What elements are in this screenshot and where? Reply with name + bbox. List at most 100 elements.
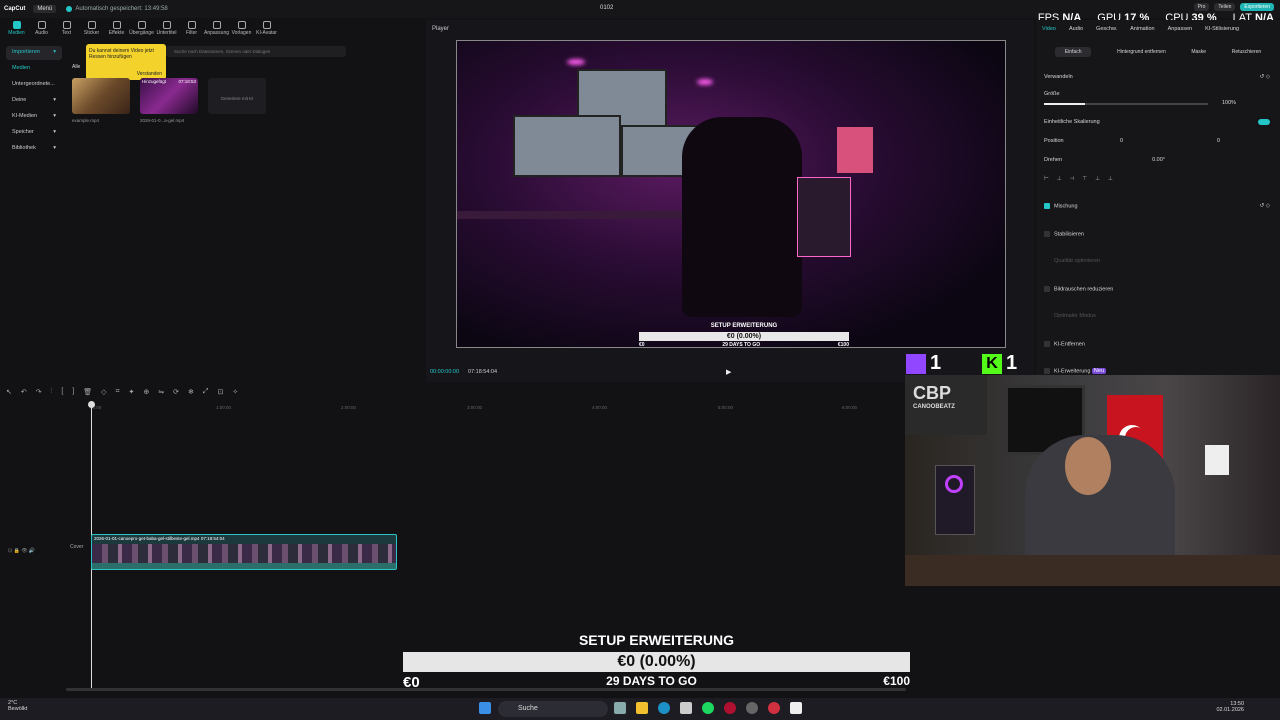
reset-icon[interactable]: ↺ ◇ [1260, 74, 1270, 80]
magic-icon[interactable]: ✦ [129, 388, 135, 400]
tool-media[interactable]: Medien [4, 18, 29, 40]
select-icon[interactable]: ↖ [6, 388, 12, 400]
explorer-icon[interactable] [636, 702, 648, 714]
zoom-icon[interactable]: ⊕ [143, 388, 149, 400]
align-buttons[interactable]: ⊢ ⊥ ⊣ ⊤ ⊥ ⊥ [1044, 176, 1270, 182]
freeze-icon[interactable]: ❄ [188, 388, 194, 400]
reset-icon[interactable]: ↺ ◇ [1260, 203, 1270, 209]
edge-icon[interactable] [658, 702, 670, 714]
tool-ai-avatar[interactable]: KI-Avatar [254, 18, 279, 40]
ai-icon[interactable]: ✧ [232, 388, 238, 400]
video-preview[interactable]: SETUP ERWEITERUNG €0 (0.00%) €0 29 DAYS T… [456, 40, 1006, 348]
media-search-input[interactable]: Suche nach Dateinamen, Szenen oder Dialo… [166, 46, 346, 57]
trim-right-icon[interactable]: ] [72, 388, 74, 400]
size-value[interactable]: 100% [1222, 100, 1236, 106]
tab-speed[interactable]: Geschw. [1096, 26, 1117, 32]
timeline-clip[interactable]: 2026-01-01-canoepro-get-baba-gel-stilbes… [91, 534, 397, 570]
tab-adjust[interactable]: Anpassen [1168, 26, 1192, 32]
subtab-retouch[interactable]: Retuschieren [1232, 49, 1261, 55]
split-icon[interactable]: ⫶ [51, 388, 53, 400]
start-icon[interactable] [479, 702, 491, 714]
position-y-input[interactable]: 0 [1217, 138, 1220, 144]
position-x-input[interactable]: 0 [1120, 138, 1123, 144]
timeline-scrollbar[interactable] [66, 688, 906, 691]
tab-ai-style[interactable]: KI-Stilisierung [1205, 26, 1239, 32]
size-slider[interactable] [1044, 103, 1208, 105]
obs-icon[interactable] [746, 702, 758, 714]
clock[interactable]: 13:50 02.01.2026 [1216, 701, 1244, 713]
denoise-checkbox[interactable] [1044, 286, 1050, 292]
shield-icon[interactable]: ◇ [101, 388, 106, 400]
rotate-input[interactable]: 0.00° [1152, 157, 1165, 163]
taskbar-search[interactable]: Suche [498, 701, 608, 717]
nav-media[interactable]: Medien [6, 62, 62, 76]
captions-icon [162, 21, 171, 29]
tool-captions[interactable]: Untertitel [154, 18, 179, 40]
chrome-icon[interactable] [768, 702, 780, 714]
share-button[interactable]: Teilen [1214, 3, 1236, 11]
play-icon[interactable]: ▶ [726, 368, 731, 376]
spotify-icon[interactable] [702, 702, 714, 714]
nav-import[interactable]: Importieren ▾ [6, 46, 62, 60]
tool-templates[interactable]: Vorlagen [229, 18, 254, 40]
media-thumb-2[interactable]: Hinzugefügt 07:18:53 [140, 78, 198, 114]
tool-sticker[interactable]: Sticker [79, 18, 104, 40]
capcut-icon[interactable] [790, 702, 802, 714]
undo-icon[interactable]: ↶ [21, 388, 27, 400]
delete-icon[interactable]: 🗑 [83, 388, 92, 400]
subtab-mask[interactable]: Maske [1191, 49, 1206, 55]
tab-audio[interactable]: Audio [1069, 26, 1083, 32]
taskview-icon[interactable] [614, 702, 626, 714]
ai-remove-label: KI-Entfernen [1054, 341, 1085, 348]
nav-ai-media[interactable]: KI-Medien ▾ [6, 110, 62, 124]
added-badge: Hinzugefügt [142, 79, 167, 84]
denoise-label: Bildrauschen reduzieren [1054, 286, 1114, 293]
tab-animation[interactable]: Animation [1130, 26, 1154, 32]
cover-button[interactable]: Cover [70, 544, 83, 550]
overlay-title: SETUP ERWEITERUNG [578, 632, 735, 648]
generate-ai-tile[interactable]: Generiere mit KI [208, 78, 266, 114]
ai-extend-checkbox[interactable] [1044, 368, 1050, 374]
transform-icon[interactable]: ⤢ [203, 388, 209, 400]
tool-effects[interactable]: Effekte [104, 18, 129, 40]
tip-ok-button[interactable]: Verstanden [137, 71, 162, 77]
media-thumb-1[interactable] [72, 78, 130, 114]
tool-transitions[interactable]: Übergänge [129, 18, 154, 40]
project-title[interactable]: 0102 [600, 5, 613, 11]
timeline-ruler[interactable]: 00:00 1:00:00 2:00:00 3:00:00 4:00:00 5:… [90, 403, 900, 413]
uniform-scale-toggle[interactable] [1258, 119, 1270, 125]
timeline-toolbar: ↖ ↶ ↷ ⫶ [] 🗑 ◇ ⌗ ✦ ⊕ ⇋ ⟳ ❄ ⤢ ⊡ ✧ [6, 388, 336, 400]
export-button[interactable]: Exportieren [1240, 3, 1274, 11]
nav-library[interactable]: Bibliothek ▾ [6, 142, 62, 156]
nav-storage[interactable]: Speicher ▾ [6, 126, 62, 140]
adjust-icon [212, 21, 221, 29]
weather-widget[interactable]: 2°C Bewölkt [8, 700, 27, 712]
rotate-icon[interactable]: ⟳ [173, 388, 179, 400]
filter-all[interactable]: Alle [72, 64, 80, 70]
pro-badge[interactable]: Pro [1193, 3, 1210, 11]
redo-icon[interactable]: ↷ [36, 388, 42, 400]
menu-button[interactable]: Menü [33, 5, 57, 13]
blend-checkbox[interactable] [1044, 203, 1050, 209]
tool-audio[interactable]: Audio [29, 18, 54, 40]
avatar-icon [262, 21, 271, 29]
crop-icon[interactable]: ⌗ [116, 388, 120, 400]
stabilize-checkbox[interactable] [1044, 231, 1050, 237]
trim-left-icon[interactable]: [ [61, 388, 63, 400]
app-icon[interactable] [724, 702, 736, 714]
track-controls[interactable]: ⊡ 🔒 👁 🔊 [8, 548, 35, 554]
ai-remove-checkbox[interactable] [1044, 341, 1050, 347]
store-icon[interactable] [680, 702, 692, 714]
tool-adjust[interactable]: Anpassung [204, 18, 229, 40]
resize-icon[interactable]: ⊡ [218, 388, 224, 400]
tool-text[interactable]: Text [54, 18, 79, 40]
mirror-icon[interactable]: ⇋ [158, 388, 164, 400]
nav-sub[interactable]: Untergeordnete... [6, 78, 62, 92]
current-time: 00:00:00:00 [430, 369, 460, 375]
media-nav: Importieren ▾ Medien Untergeordnete... De… [6, 46, 62, 158]
subtab-remove-bg[interactable]: Hintergrund entfernen [1117, 49, 1166, 55]
tool-filter[interactable]: Filter [179, 18, 204, 40]
nav-yours[interactable]: Deine ▾ [6, 94, 62, 108]
subtab-basic[interactable]: Einfach [1054, 47, 1092, 57]
tab-video[interactable]: Video [1042, 26, 1056, 32]
